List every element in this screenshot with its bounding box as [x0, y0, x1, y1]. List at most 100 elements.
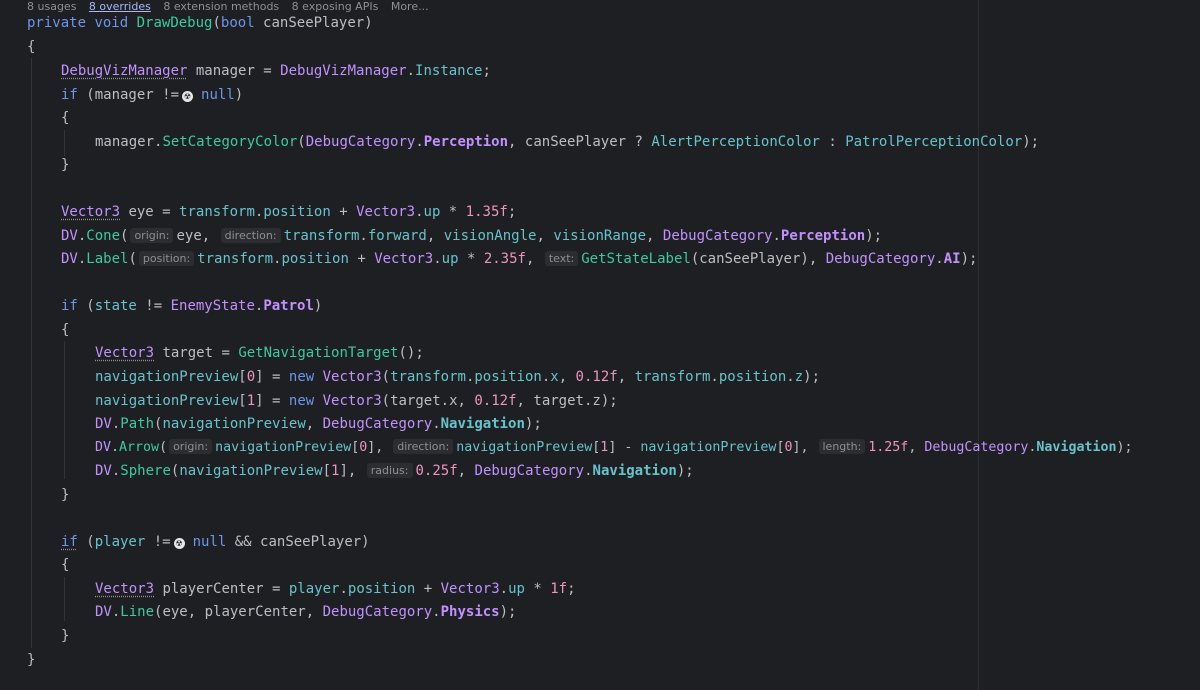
code-token: z — [794, 369, 804, 385]
code-line[interactable]: { — [61, 554, 69, 577]
code-token: (eye, playerCenter, — [154, 604, 323, 620]
code-token: ], — [792, 440, 817, 455]
right-margin-guide — [978, 0, 979, 690]
code-token: void — [94, 15, 129, 31]
code-token: , — [305, 416, 323, 432]
code-line[interactable]: } — [61, 625, 69, 648]
code-token: [ — [238, 369, 247, 385]
open-brace: { — [61, 110, 70, 126]
close-brace: } — [27, 652, 36, 668]
code-token: DebugCategory — [662, 228, 773, 244]
code-token: navigationPreview — [95, 393, 239, 409]
code-token: private — [27, 15, 87, 31]
code-line[interactable]: navigationPreview[1] = new Vector3(targe… — [95, 390, 618, 413]
open-brace: { — [61, 322, 70, 338]
code-line[interactable]: { — [61, 319, 69, 342]
code-line[interactable]: DV. Line(eye, playerCenter, DebugCategory… — [95, 601, 516, 624]
code-line[interactable]: DV. Cone(origin: eye, direction: transform.… — [61, 225, 882, 248]
code-line[interactable]: if (manager != ☢ null) — [61, 84, 243, 107]
code-token: + — [348, 251, 375, 267]
param-hint-direction: direction: — [220, 228, 281, 243]
code-token: ; — [507, 204, 517, 220]
code-token: ); — [499, 604, 517, 620]
code-token: Vector3 — [322, 393, 382, 409]
code-token: Cone — [86, 228, 121, 244]
code-line[interactable]: { — [27, 36, 35, 59]
code-token: Vector3 — [440, 581, 500, 597]
code-token: 2.35f — [483, 251, 526, 267]
code-token: ( — [120, 228, 129, 244]
code-token: up — [508, 581, 525, 597]
code-token: : — [819, 134, 846, 150]
code-line[interactable]: Vector3 eye = transform. position + Vecto… — [61, 201, 516, 224]
more-hints[interactable]: More... — [391, 0, 429, 13]
indent-guide-if-player — [64, 577, 65, 621]
code-token: Perception — [423, 134, 509, 150]
code-line[interactable]: } — [61, 484, 69, 507]
code-token: * — [524, 581, 551, 597]
code-token: ] = — [255, 393, 289, 409]
code-token: [ — [238, 393, 247, 409]
close-brace: } — [61, 628, 70, 644]
code-line[interactable]: DV.Path(navigationPreview, DebugCategory… — [95, 413, 542, 436]
code-token: DebugCategory — [322, 416, 433, 432]
code-token: ); — [1116, 440, 1133, 455]
code-token: ); — [676, 463, 694, 479]
unity-null-check-icon[interactable]: ☢ — [173, 538, 185, 549]
code-token: ( — [297, 134, 306, 150]
code-token: DV — [95, 604, 112, 620]
code-token: x — [550, 369, 559, 385]
code-line[interactable]: navigationPreview[0] = new Vector3(trans… — [95, 366, 820, 389]
code-token: up — [441, 251, 459, 267]
code-token: eye = — [120, 204, 180, 220]
code-token: ; — [567, 581, 576, 597]
code-token: target = — [154, 345, 239, 361]
code-line[interactable]: DV. Label(position: transform. position + V… — [61, 248, 977, 271]
close-brace: } — [61, 157, 70, 173]
code-token: . — [415, 204, 424, 220]
code-token: ); — [600, 393, 618, 409]
code-line[interactable]: Vector3 playerCenter = player.position +… — [95, 578, 576, 601]
code-line[interactable]: { — [61, 107, 69, 130]
code-token: , — [525, 251, 543, 267]
code-token: . — [339, 581, 348, 597]
code-line[interactable]: } — [61, 154, 69, 177]
code-line[interactable]: if (player != ☢ null && canSeePlayer) — [61, 531, 370, 554]
code-token: ], — [367, 440, 392, 455]
code-token: , — [426, 228, 444, 244]
code-token: Vector3 — [374, 251, 434, 267]
unity-null-check-icon[interactable]: ☢ — [182, 91, 194, 102]
code-token: , canSeePlayer ? — [508, 134, 652, 150]
code-token: 0.25f — [415, 463, 458, 479]
code-line[interactable]: Vector3 target = GetNavigationTarget(); — [95, 342, 424, 365]
code-token: 1.35f — [465, 204, 508, 220]
code-line[interactable]: if (state != EnemyState.Patrol) — [61, 295, 322, 318]
code-token: . — [359, 228, 368, 244]
close-brace: } — [61, 487, 70, 503]
code-token: Vector3 — [61, 204, 121, 220]
param-hint-length: length: — [818, 439, 866, 454]
code-line[interactable]: private void DrawDebug(bool canSeePlayer… — [27, 12, 373, 35]
code-token: DebugCategory — [305, 134, 416, 150]
code-token: . — [541, 369, 551, 385]
code-line[interactable]: manager.SetCategoryColor(DebugCategory.P… — [95, 131, 1039, 154]
code-token: [ — [322, 463, 332, 479]
code-line[interactable]: DV.Sphere(navigationPreview[1], radius: 0… — [95, 460, 694, 483]
code-token: Instance — [415, 63, 483, 79]
code-token: 0 — [246, 369, 256, 385]
code-token: Physics — [440, 604, 500, 620]
code-token: if — [61, 298, 78, 314]
code-token: . — [111, 440, 120, 455]
code-line[interactable]: DV.Arrow(origin: navigationPreview[0], di… — [95, 436, 1133, 459]
code-line[interactable]: DebugVizManager manager = DebugVizManage… — [61, 60, 491, 83]
code-line[interactable]: } — [27, 649, 35, 672]
indent-guide-if-state — [64, 341, 65, 479]
method-name[interactable]: DrawDebug — [137, 15, 213, 31]
param-hint-position: position: — [138, 251, 195, 266]
code-editor[interactable]: 8 usages 8 overrides 8 extension methods… — [0, 0, 1200, 690]
code-token: DV — [95, 416, 112, 432]
code-token: , — [558, 369, 576, 385]
code-token: DebugCategory — [322, 604, 433, 620]
code-token: transform — [390, 369, 466, 385]
